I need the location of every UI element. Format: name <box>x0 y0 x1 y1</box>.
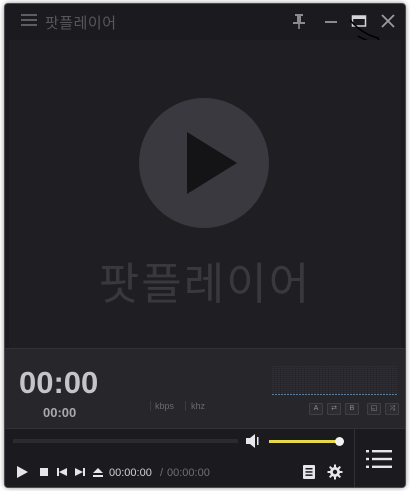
volume-knob[interactable] <box>335 437 344 446</box>
spectrum-visualizer <box>272 365 398 395</box>
menu-icon[interactable] <box>21 14 37 27</box>
title-bar[interactable]: 팟플레이어 <box>5 4 405 45</box>
app-title: 팟플레이어 <box>45 14 117 32</box>
control-bar: 00:00:00 / 00:00:00 <box>5 428 405 487</box>
pin-icon[interactable] <box>289 11 309 31</box>
play-icon[interactable] <box>15 465 29 479</box>
info-panel: 00:00 00:00 kbps khz A ⇄ B ◱ ⤨ <box>5 348 405 428</box>
maximize-icon[interactable] <box>349 11 369 31</box>
app-watermark: 팟플레이어 <box>98 259 312 310</box>
separator <box>185 401 186 411</box>
total-time: 00:00:00 <box>167 467 210 479</box>
next-icon[interactable] <box>73 465 87 479</box>
seek-bar[interactable] <box>13 439 238 443</box>
repeat-b-button[interactable]: B <box>345 403 359 415</box>
minimize-icon[interactable] <box>321 11 341 31</box>
volume-icon[interactable] <box>245 433 263 449</box>
current-time: 00:00:00 <box>109 467 152 479</box>
shuffle-button[interactable]: ⤨ <box>385 403 399 415</box>
playlist-doc-icon[interactable] <box>301 464 317 480</box>
stop-icon[interactable] <box>37 465 51 479</box>
gear-icon[interactable] <box>327 464 343 480</box>
panel-divider <box>354 429 355 487</box>
repeat-toggle-button[interactable]: ⇄ <box>327 403 341 415</box>
eject-icon[interactable] <box>91 465 105 479</box>
playlist-icon[interactable] <box>366 448 392 470</box>
elapsed-time-small: 00:00 <box>43 405 77 420</box>
volume-level <box>269 440 339 443</box>
player-window: 팟플레이어 팟플레이어 00:00 00:00 kbps khz A ⇄ B ◱… <box>5 4 405 487</box>
elapsed-time-large: 00:00 <box>19 365 99 400</box>
play-icon[interactable] <box>139 98 269 228</box>
samplerate-unit: khz <box>191 401 206 411</box>
previous-icon[interactable] <box>55 465 69 479</box>
close-icon[interactable] <box>378 11 398 31</box>
video-area[interactable]: 팟플레이어 <box>9 40 401 348</box>
bitrate-unit: kbps <box>155 401 175 411</box>
subtitle-button[interactable]: ◱ <box>367 403 381 415</box>
spectrum-baseline <box>272 394 398 395</box>
time-separator: / <box>160 467 164 479</box>
separator <box>150 401 151 411</box>
repeat-a-button[interactable]: A <box>309 403 323 415</box>
